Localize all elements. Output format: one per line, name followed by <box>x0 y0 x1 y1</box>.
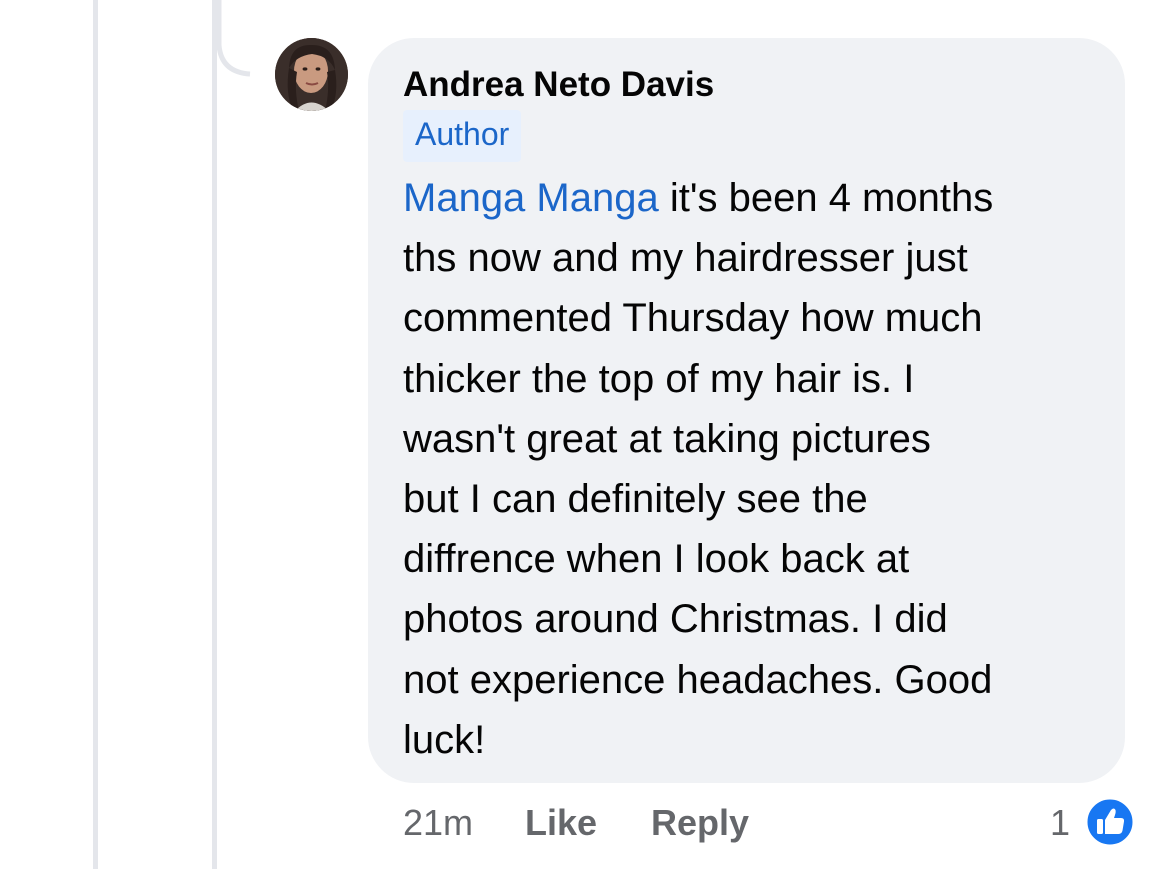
comment-line-text: it's been 4 months <box>658 176 994 220</box>
avatar-photo <box>275 38 348 111</box>
thread-line-outer <box>93 0 98 869</box>
comment-line: luck! <box>403 717 486 762</box>
thumbs-up-icon[interactable] <box>1084 796 1136 848</box>
author-badge: Author <box>403 110 522 162</box>
thread-line-inner <box>212 0 217 869</box>
like-button[interactable]: Like <box>525 796 597 850</box>
comment-text: Manga Manga it's been 4 months ths now a… <box>403 168 1103 770</box>
avatar[interactable] <box>275 38 348 111</box>
comment-line: thicker the top of my hair is. I <box>403 356 915 401</box>
comment-line: diffrence when I look back at <box>403 537 910 582</box>
comment-line: not experience headaches. Good <box>403 657 993 702</box>
comment-line: Manga Manga it's been 4 months <box>403 168 1103 228</box>
comment-line: commented Thursday how much <box>403 296 983 341</box>
comment-line: ths now and my hairdresser just <box>403 236 968 281</box>
comment-line: photos around Christmas. I did <box>403 597 948 642</box>
comment-line: but I can definitely see the <box>403 477 868 522</box>
comment-author-name[interactable]: Andrea Neto Davis <box>403 63 714 107</box>
comment-line: wasn't great at taking pictures <box>403 416 931 461</box>
reply-button[interactable]: Reply <box>651 796 749 850</box>
comment-timestamp[interactable]: 21m <box>403 796 473 850</box>
mention-link[interactable]: Manga Manga <box>403 176 659 220</box>
reaction-count[interactable]: 1 <box>1050 796 1070 850</box>
thread-connector-curve <box>217 0 251 77</box>
